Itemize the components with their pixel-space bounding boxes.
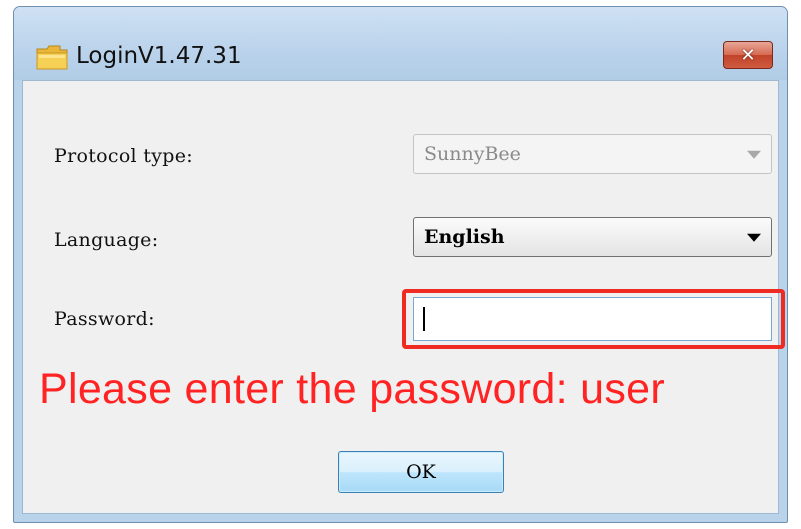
ok-button-label: OK xyxy=(406,461,436,483)
close-icon: ✕ xyxy=(740,44,756,66)
dialog-body: Protocol type: SunnyBee Language: Englis… xyxy=(22,80,785,514)
password-input[interactable] xyxy=(413,297,772,341)
folder-app-icon xyxy=(36,45,68,70)
title-bar[interactable]: LoginV1.47.31 ✕ xyxy=(14,7,787,80)
language-label: Language: xyxy=(54,229,159,251)
language-select[interactable]: English xyxy=(413,217,772,257)
window-title: LoginV1.47.31 xyxy=(76,43,242,69)
protocol-type-value: SunnyBee xyxy=(424,143,521,165)
password-hint-annotation: Please enter the password: user xyxy=(39,365,665,413)
chevron-down-icon xyxy=(747,150,761,159)
ok-button[interactable]: OK xyxy=(338,451,504,493)
text-caret xyxy=(423,307,425,331)
close-button[interactable]: ✕ xyxy=(723,41,773,69)
protocol-type-label: Protocol type: xyxy=(54,145,193,167)
protocol-type-select: SunnyBee xyxy=(413,134,772,174)
language-value: English xyxy=(424,226,505,248)
login-window: LoginV1.47.31 ✕ Protocol type: SunnyBee … xyxy=(13,6,788,523)
chevron-down-icon xyxy=(747,233,761,242)
password-label: Password: xyxy=(54,308,155,330)
